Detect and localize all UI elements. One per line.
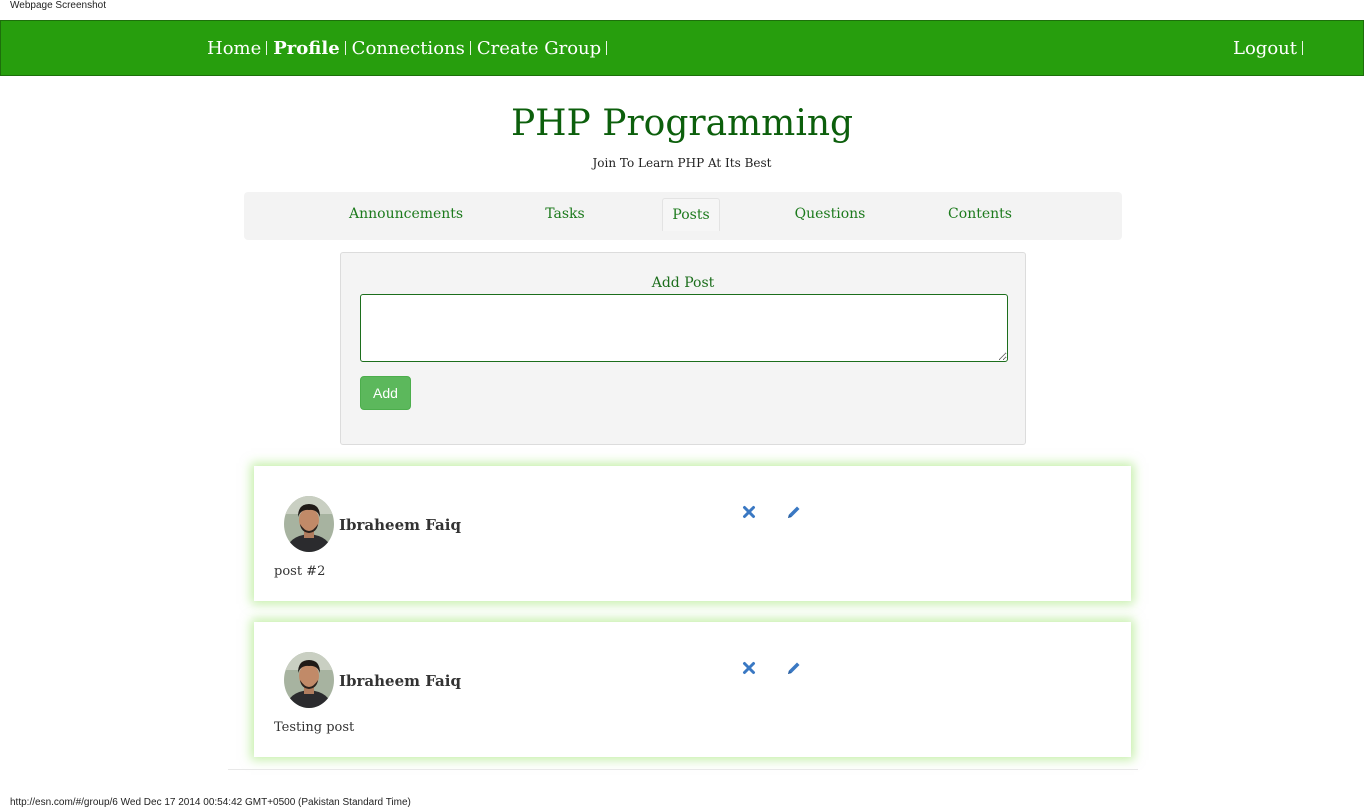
close-icon[interactable] [742,660,758,676]
nav-profile-label[interactable]: Profile [273,38,339,59]
top-navbar: Home Profile Connections Create Group Lo… [0,20,1364,76]
nav-connections[interactable]: Connections [352,38,477,59]
group-title: PHP Programming [510,103,854,144]
nav-home-label[interactable]: Home [207,38,261,59]
avatar-image [284,652,334,708]
screenshot-label: Webpage Screenshot [10,0,106,11]
nav-divider [469,41,471,55]
avatar [284,496,334,552]
post-author: Ibraheem Faiq [339,672,461,690]
content-divider [228,769,1138,770]
nav-home[interactable]: Home [207,38,273,59]
nav-logout[interactable]: Logout [1233,38,1309,59]
group-subtitle: Join To Learn PHP At Its Best [592,156,772,170]
avatar-image [284,496,334,552]
nav-divider [606,41,608,55]
nav-right: Logout [1233,21,1309,75]
tab-posts[interactable]: Posts [662,198,720,231]
status-bar: http://esn.com/#/group/6 Wed Dec 17 2014… [10,797,411,808]
nav-connections-label[interactable]: Connections [352,38,465,59]
pencil-icon[interactable] [786,660,802,676]
add-post-button[interactable]: Add [360,376,411,410]
nav-create-group-label[interactable]: Create Group [477,38,601,59]
nav-divider [1302,41,1303,55]
post-card: Ibraheem Faiq Testing post [254,622,1131,757]
add-post-panel: Add Post Add [340,252,1026,445]
tab-tasks[interactable]: Tasks [534,198,596,230]
nav-logout-label[interactable]: Logout [1233,38,1297,59]
post-textarea[interactable] [360,294,1008,362]
pencil-icon[interactable] [786,504,802,520]
post-body: post #2 [274,564,326,579]
tab-contents[interactable]: Contents [941,198,1019,230]
tab-announcements[interactable]: Announcements [349,198,463,230]
nav-create-group[interactable]: Create Group [477,38,613,59]
nav-divider [344,41,346,55]
post-author: Ibraheem Faiq [339,516,461,534]
avatar [284,652,334,708]
nav-profile[interactable]: Profile [273,38,351,59]
nav-links: Home Profile Connections Create Group [207,21,613,75]
nav-divider [266,41,268,55]
add-post-label: Add Post [651,275,715,291]
post-body: Testing post [274,720,355,735]
tab-questions[interactable]: Questions [789,198,871,230]
group-tabs: Announcements Tasks Posts Questions Cont… [244,192,1122,240]
post-card: Ibraheem Faiq post #2 [254,466,1131,601]
close-icon[interactable] [742,504,758,520]
